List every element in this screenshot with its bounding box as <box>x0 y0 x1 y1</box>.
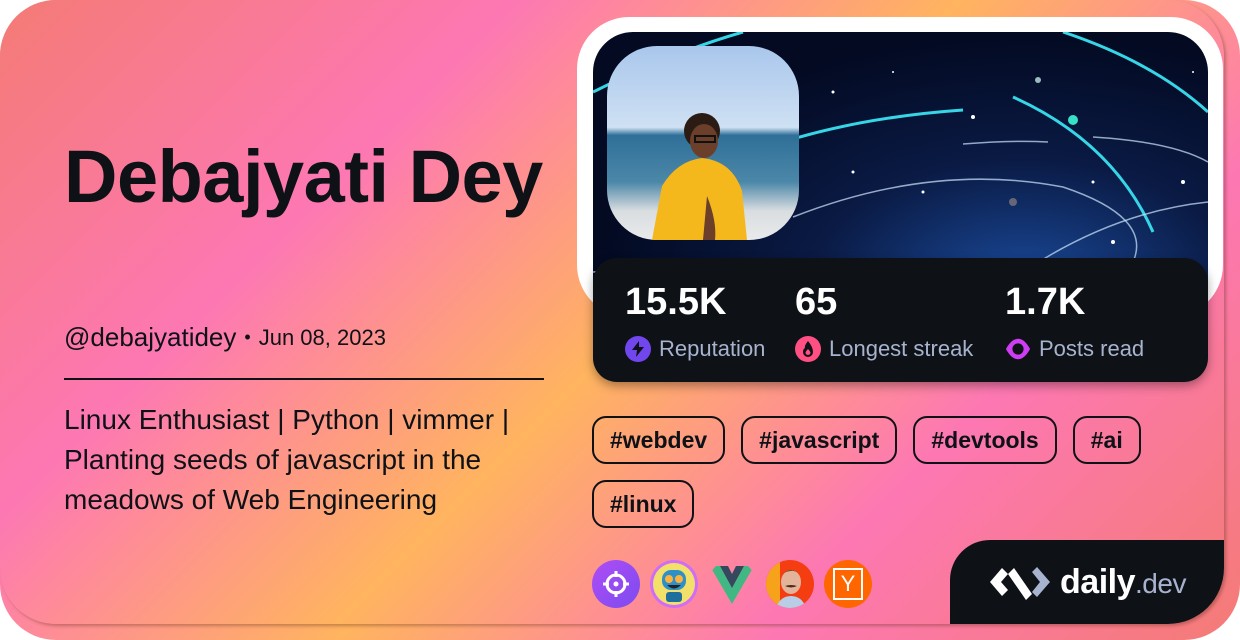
daily-dev-logo-icon <box>990 567 1051 600</box>
daily-dev-badge[interactable]: daily.dev <box>950 540 1224 624</box>
stat-value: 15.5K <box>625 281 727 323</box>
orbit-line <box>1092 136 1208 163</box>
star <box>851 170 855 174</box>
eye-icon <box>1005 336 1031 362</box>
star <box>892 71 894 73</box>
planet <box>1068 115 1078 125</box>
hacker-news-glyph: Y <box>833 568 863 600</box>
divider <box>64 378 544 380</box>
brand-main: daily <box>1060 562 1136 601</box>
orbit-line <box>782 108 964 144</box>
daily-dev-wordmark: daily.dev <box>1060 563 1186 602</box>
star <box>1192 71 1194 73</box>
tag-devtools[interactable]: #devtools <box>913 416 1057 464</box>
stat-longest-streak: 65 Longest streak <box>795 280 973 362</box>
orbit-line <box>962 140 1049 145</box>
stat-label: Posts read <box>1039 336 1145 361</box>
star <box>921 190 925 194</box>
profile-avatar[interactable] <box>607 46 799 240</box>
profile-bio: Linux Enthusiast | Python | vimmer | Pla… <box>64 404 510 515</box>
stat-value: 65 <box>795 281 838 323</box>
brand-suffix: .dev <box>1135 567 1186 599</box>
crosshair-squad-icon[interactable] <box>592 560 640 608</box>
vue-icon[interactable] <box>708 560 756 608</box>
planet <box>1009 198 1017 206</box>
planet <box>1035 77 1041 83</box>
tag-javascript[interactable]: #javascript <box>741 416 898 464</box>
star <box>1091 180 1095 184</box>
stat-value: 1.7K <box>1005 281 1086 323</box>
tag-webdev[interactable]: #webdev <box>592 416 726 464</box>
orbit-line <box>1012 95 1155 233</box>
person-source-icon[interactable] <box>766 560 814 608</box>
tag-linux[interactable]: #linux <box>592 480 695 528</box>
tags-list: #webdev #javascript #devtools #ai #linux <box>592 416 1192 528</box>
star <box>831 90 835 94</box>
stat-label: Longest streak <box>829 336 974 361</box>
flame-icon <box>795 336 821 362</box>
hacker-news-icon[interactable]: Y <box>824 560 872 608</box>
stats-panel: 15.5K Reputation 65 Longest streak 1.7K <box>593 258 1208 382</box>
stat-label: Reputation <box>659 336 766 361</box>
meta-separator: • <box>244 327 251 347</box>
robot-squad-icon[interactable] <box>650 560 698 608</box>
star <box>1111 240 1115 244</box>
sources-list: Y <box>592 560 872 608</box>
orbit-line <box>1062 32 1208 114</box>
profile-meta: @debajyatidey • Jun 08, 2023 <box>64 322 386 353</box>
orbit-line <box>792 178 1138 263</box>
profile-name: Debajyati Dey <box>64 135 543 218</box>
profile-handle[interactable]: @debajyatidey <box>64 322 236 353</box>
star <box>1181 180 1185 184</box>
star <box>971 115 975 119</box>
avatar-photo <box>652 113 747 240</box>
profile-card: Debajyati Dey @debajyatidey • Jun 08, 20… <box>0 0 1224 624</box>
lightning-icon <box>625 336 651 362</box>
tag-ai[interactable]: #ai <box>1072 416 1141 464</box>
stat-reputation: 15.5K Reputation <box>625 280 765 362</box>
stat-posts-read: 1.7K Posts read <box>1005 280 1144 362</box>
joined-date: Jun 08, 2023 <box>258 324 386 350</box>
